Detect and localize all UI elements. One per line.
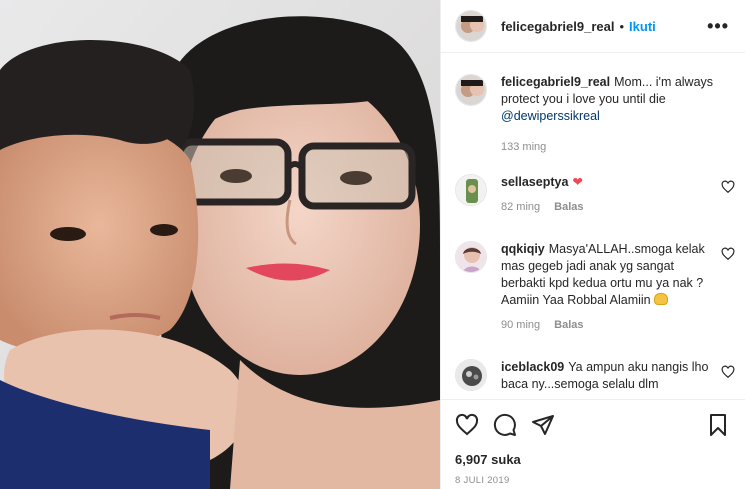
post-side-panel: felicegabriel9_real • Ikuti ••• felicega… bbox=[440, 0, 745, 489]
heart-outline-icon[interactable] bbox=[721, 365, 735, 379]
post-header: felicegabriel9_real • Ikuti ••• bbox=[441, 0, 745, 53]
caption-avatar[interactable] bbox=[455, 74, 487, 106]
separator-dot: • bbox=[619, 18, 625, 34]
comment-avatar[interactable] bbox=[455, 241, 487, 273]
comment-meta: 90 ming Balas bbox=[501, 319, 735, 331]
comment-username[interactable]: sellaseptya bbox=[501, 175, 568, 189]
comment-item: qqkiqiy Masya'ALLAH..smoga kelak mas gege… bbox=[455, 241, 735, 331]
heart-outline-icon[interactable] bbox=[721, 180, 735, 194]
caption-body: felicegabriel9_real Mom... i'm always pro… bbox=[501, 74, 715, 125]
more-options-icon[interactable]: ••• bbox=[707, 17, 729, 35]
action-icons bbox=[455, 412, 730, 438]
caption-time[interactable]: 133 ming bbox=[501, 141, 546, 153]
caption-mention[interactable]: @dewiperssikreal bbox=[501, 109, 600, 123]
post-image bbox=[0, 0, 440, 489]
comment-avatar[interactable] bbox=[455, 359, 487, 391]
post-date[interactable]: 8 JULI 2019 bbox=[455, 475, 730, 486]
comment-body: iceblack09 Ya ampun aku nangis lho baca n… bbox=[501, 359, 715, 393]
comment-username[interactable]: qqkiqiy bbox=[501, 242, 545, 256]
comment-icon[interactable] bbox=[493, 413, 517, 437]
comment-meta: 82 ming Balas bbox=[501, 201, 735, 213]
red-heart-emoji: ❤ bbox=[572, 175, 583, 189]
comments-list[interactable]: felicegabriel9_real Mom... i'm always pro… bbox=[441, 54, 745, 398]
heart-outline-icon[interactable] bbox=[721, 247, 735, 261]
comment-avatar[interactable] bbox=[455, 174, 487, 206]
post-actions: 6,907 suka 8 JULI 2019 bbox=[441, 399, 745, 486]
send-icon[interactable] bbox=[531, 413, 555, 437]
follow-button[interactable]: Ikuti bbox=[629, 19, 656, 34]
reply-button[interactable]: Balas bbox=[554, 201, 583, 213]
comment-body: qqkiqiy Masya'ALLAH..smoga kelak mas gege… bbox=[501, 241, 715, 309]
heart-icon[interactable] bbox=[455, 413, 479, 437]
caption-meta: 133 ming bbox=[501, 141, 735, 153]
comment-body: sellaseptya ❤ bbox=[501, 174, 715, 191]
caption: felicegabriel9_real Mom... i'm always pro… bbox=[455, 74, 735, 153]
author-avatar[interactable] bbox=[455, 10, 487, 42]
comment-time[interactable]: 82 ming bbox=[501, 201, 540, 213]
reply-button[interactable]: Balas bbox=[554, 319, 583, 331]
folded-hands-emoji bbox=[654, 293, 669, 305]
author-username[interactable]: felicegabriel9_real bbox=[501, 19, 614, 34]
comment-item: sellaseptya ❤ 82 ming Balas bbox=[455, 174, 735, 213]
comment-username[interactable]: iceblack09 bbox=[501, 360, 564, 374]
post-photo[interactable] bbox=[0, 0, 440, 489]
comment-item: iceblack09 Ya ampun aku nangis lho baca n… bbox=[455, 359, 735, 393]
comment-time[interactable]: 90 ming bbox=[501, 319, 540, 331]
bookmark-icon[interactable] bbox=[706, 413, 730, 437]
caption-username[interactable]: felicegabriel9_real bbox=[501, 75, 610, 89]
likes-count[interactable]: 6,907 suka bbox=[455, 452, 730, 467]
